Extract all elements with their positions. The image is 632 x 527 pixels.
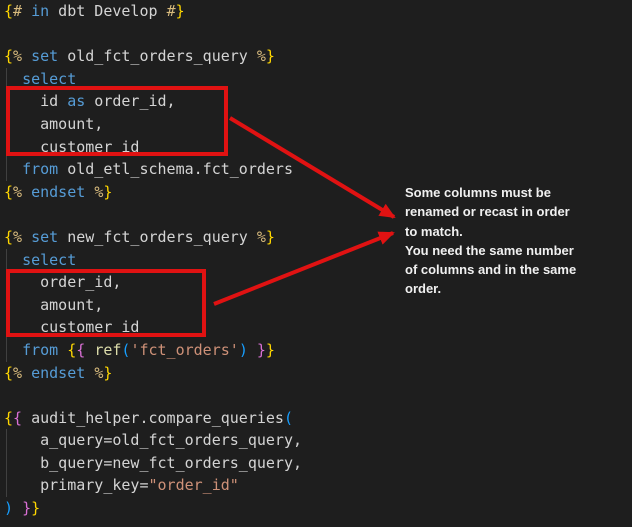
code-line: from old_etl_schema.fct_orders [4,158,302,181]
code-token [22,364,31,382]
code-line: {% endset %} [4,362,302,385]
code-token: { [4,2,13,20]
code-line: {% set old_fct_orders_query %} [4,45,302,68]
code-token: % [94,183,103,201]
code-token: } [31,499,40,517]
code-token [85,183,94,201]
code-token: } [266,47,275,65]
code-token: { [13,409,22,427]
code-token [22,228,31,246]
code-line: from {{ ref('fct_orders') }} [4,339,302,362]
code-line: select [4,249,302,272]
highlight-box-old-columns [6,86,228,156]
code-line: b_query=new_fct_orders_query, [4,452,302,475]
code-token: % [94,364,103,382]
annotation-note: Some columns must berenamed or recast in… [405,183,576,299]
code-token: % [13,228,22,246]
annotation-line: to match. [405,222,576,241]
code-token: } [266,228,275,246]
code-token [4,251,22,269]
code-line [4,23,302,46]
code-token: b_query=new_fct_orders_query, [4,454,302,472]
annotation-line: renamed or recast in order [405,202,576,221]
code-token: primary_key= [4,476,149,494]
code-token: } [257,341,266,359]
code-token: old_fct_orders_query [58,47,257,65]
code-token: new_fct_orders_query [58,228,257,246]
code-token: { [4,183,13,201]
code-token: select [22,251,76,269]
code-token: 'fct_orders' [130,341,238,359]
highlight-box-new-columns [6,269,206,337]
code-line [4,384,302,407]
code-token: from [22,160,58,178]
code-token [4,341,22,359]
code-token [22,47,31,65]
code-token [22,183,31,201]
code-token [13,499,22,517]
code-token: % [13,364,22,382]
code-token: % [257,228,266,246]
code-line: {% endset %} [4,181,302,204]
code-token: "order_id" [149,476,239,494]
code-token: ) [239,341,248,359]
code-token: endset [31,364,85,382]
code-line: a_query=old_fct_orders_query, [4,429,302,452]
code-token: in [31,2,49,20]
code-line: primary_key="order_id" [4,474,302,497]
code-token: ( [284,409,293,427]
code-token: set [31,228,58,246]
code-token: { [4,228,13,246]
annotation-line: You need the same number [405,241,576,260]
code-token: { [4,364,13,382]
code-token: { [76,341,85,359]
code-token: dbt Develop [49,2,166,20]
code-token: set [31,47,58,65]
code-token: % [257,47,266,65]
annotation-line: of columns and in the same [405,260,576,279]
code-token: audit_helper.compare_queries [22,409,284,427]
code-token: { [4,409,13,427]
code-token: } [266,341,275,359]
code-token: { [67,341,76,359]
code-token: # [167,2,176,20]
annotation-line: order. [405,279,576,298]
code-token: } [103,183,112,201]
code-token: } [176,2,185,20]
code-token [248,341,257,359]
code-token: from [22,341,58,359]
code-token: } [103,364,112,382]
code-token: ) [4,499,13,517]
code-token: % [13,183,22,201]
code-editor-canvas: {# in dbt Develop #}{% set old_fct_order… [0,0,632,527]
code-token [85,364,94,382]
code-line: {{ audit_helper.compare_queries( [4,407,302,430]
code-token [4,160,22,178]
code-line [4,203,302,226]
annotation-line: Some columns must be [405,183,576,202]
code-token: a_query=old_fct_orders_query, [4,431,302,449]
code-token: # [13,2,22,20]
code-line: {# in dbt Develop #} [4,0,302,23]
code-token: { [4,47,13,65]
code-token [85,341,94,359]
code-token: old_etl_schema.fct_orders [58,160,293,178]
code-block: {# in dbt Develop #}{% set old_fct_order… [4,0,302,520]
code-line: {% set new_fct_orders_query %} [4,226,302,249]
code-token [22,2,31,20]
code-token [58,341,67,359]
code-token: } [22,499,31,517]
code-token: endset [31,183,85,201]
code-token: ref [94,341,121,359]
code-line: ) }} [4,497,302,520]
code-token: % [13,47,22,65]
